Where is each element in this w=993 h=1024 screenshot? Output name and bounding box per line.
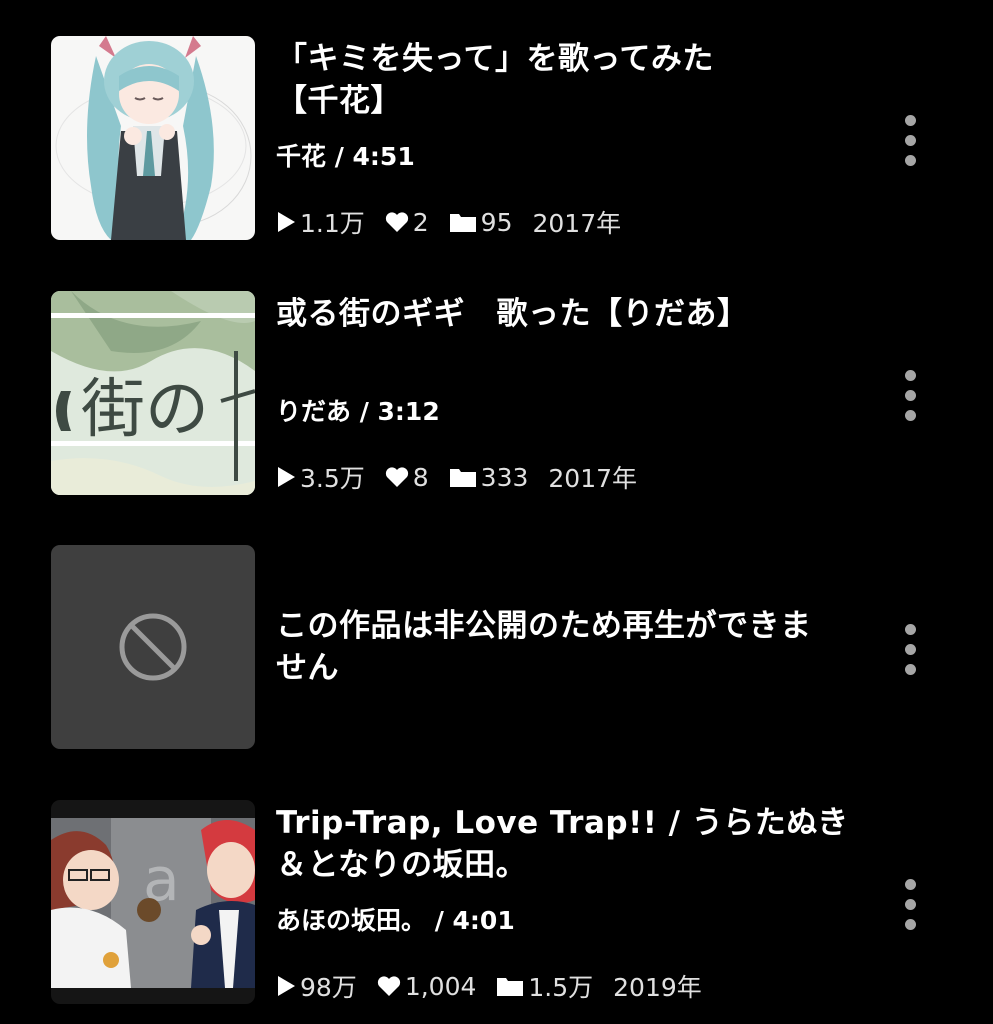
more-vertical-icon [905,879,916,890]
play-icon [278,467,295,487]
mylist-count-value: 333 [480,462,529,492]
video-thumbnail[interactable]: a [51,800,255,1004]
mylist-count-value: 95 [480,207,513,237]
heart-icon [377,976,400,996]
heart-icon [385,467,408,487]
like-count-value: 1,004 [404,971,477,1001]
play-count-value: 1.1万 [300,209,365,238]
video-title-line: ＆となりの坂田。 [276,847,528,883]
play-count: 1.1万 [276,204,365,240]
video-title-line: Trip-Trap, Love Trap!! / うらたぬき [276,805,849,841]
upload-year: 2017年 [548,464,638,493]
video-stats: 1.1万 2 95 2017年 [276,204,622,240]
like-count-value: 2 [412,207,429,237]
like-count: 2 [385,208,429,237]
folder-icon [449,214,476,232]
play-icon [278,212,295,232]
video-title-line: 「キミを失って」を歌ってみた [276,41,714,77]
uploader-duration[interactable]: りだあ / 3:12 [276,397,440,427]
video-thumbnail[interactable]: 街の [51,291,255,495]
private-video-message: この作品は非公開のため再生ができま せん [276,605,856,689]
mylist-count-value: 1.5万 [528,973,594,1002]
anime-duo-illustration: a [51,800,255,1004]
play-count-value: 3.5万 [300,464,365,493]
uploader-duration[interactable]: あほの坂田。 / 4:01 [276,906,515,936]
video-title-line: 或る街のギギ 歌った【りだあ】 [276,296,749,332]
anime-girl-illustration [51,36,255,240]
more-vertical-icon [905,115,916,126]
mylist-count: 333 [449,462,529,492]
video-title[interactable]: 或る街のギギ 歌った【りだあ】 [276,293,856,335]
video-thumbnail[interactable] [51,36,255,240]
more-options-button[interactable] [898,875,924,935]
uploader-duration[interactable]: 千花 / 4:51 [276,142,415,172]
play-icon [278,976,295,996]
more-vertical-icon [905,624,916,635]
video-title-line: 【千花】 [276,83,402,119]
mylist-count: 1.5万 [496,968,593,1004]
private-video-thumbnail[interactable] [51,545,255,749]
more-options-button[interactable] [898,111,924,171]
upload-year: 2017年 [532,209,622,238]
video-title[interactable]: 「キミを失って」を歌ってみた 【千花】 [276,38,856,122]
play-count: 3.5万 [276,459,365,495]
like-count: 8 [385,463,429,492]
more-options-button[interactable] [898,366,924,426]
private-message-line: この作品は非公開のため再生ができま [276,608,812,644]
heart-icon [385,212,408,232]
video-stats: 98万 1,004 1.5万 2019年 [276,968,702,1004]
song-title-artwork: 街の [51,291,255,495]
more-vertical-icon [905,370,916,381]
play-count-value: 98万 [300,973,357,1002]
play-count: 98万 [276,968,357,1004]
video-stats: 3.5万 8 333 2017年 [276,459,638,495]
video-list-item[interactable]: 「キミを失って」を歌ってみた 【千花】 千花 / 4:51 1.1万 2 95 … [0,36,993,242]
mylist-count: 95 [449,207,513,237]
private-message-line: せん [276,650,339,686]
blocked-icon [119,613,187,681]
artwork-text: 街の [81,373,209,447]
video-title[interactable]: Trip-Trap, Love Trap!! / うらたぬき ＆となりの坂田。 [276,802,856,886]
more-options-button[interactable] [898,620,924,680]
video-list-item[interactable]: a Trip-Trap, Love Trap!! / うらたぬき ＆となりの坂田… [0,800,993,1006]
folder-icon [449,469,476,487]
video-list-item[interactable]: 街の 或る街のギギ 歌った【りだあ】 りだあ / 3:12 3.5万 8 333… [0,291,993,497]
folder-icon [497,978,524,996]
like-count: 1,004 [377,971,477,1001]
upload-year: 2019年 [613,973,702,1002]
video-list-item[interactable]: この作品は非公開のため再生ができま せん [0,545,993,751]
like-count-value: 8 [412,462,429,492]
